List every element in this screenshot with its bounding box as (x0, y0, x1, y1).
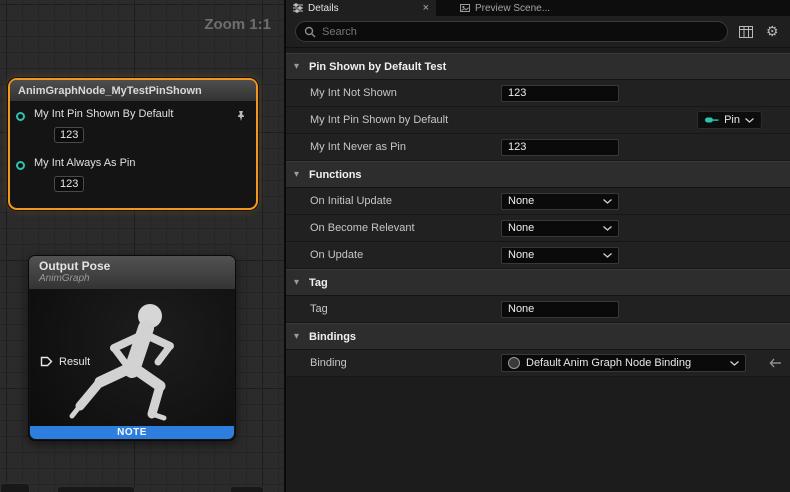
dropdown-value: None (508, 195, 534, 207)
property-row: My Int Not Shown (286, 80, 790, 107)
binding-class-icon (508, 357, 520, 369)
tab-bar: Details × Preview Scene... (286, 0, 790, 16)
section-header-bindings[interactable]: ▾ Bindings (286, 323, 790, 350)
pin-value-box[interactable]: 123 (54, 176, 84, 192)
tab-label: Preview Scene... (475, 3, 550, 14)
unreal-editor-window: Zoom 1:1 AnimGraphNode_MyTestPinShown My… (0, 0, 790, 492)
pin-icon (705, 116, 719, 124)
node-subtitle: AnimGraph (39, 273, 225, 284)
settings-gear-icon[interactable]: ⚙ (764, 23, 781, 41)
property-label: My Int Never as Pin (310, 141, 406, 153)
pin-value-box[interactable]: 123 (54, 127, 84, 143)
on-update-dropdown[interactable]: None (501, 247, 619, 264)
graph-node-partial[interactable] (230, 486, 264, 492)
graph-node-partial[interactable] (57, 486, 135, 492)
property-label: On Become Relevant (310, 222, 415, 234)
node-header[interactable]: Output Pose AnimGraph (29, 256, 235, 289)
property-label: My Int Not Shown (310, 87, 397, 99)
chevron-down-icon (745, 114, 754, 126)
details-tab-icon (293, 3, 303, 13)
preview-scene-tab-icon (460, 3, 470, 13)
section-title: Functions (309, 169, 362, 181)
chevron-down-icon (603, 253, 612, 258)
property-row: On Initial Update None (286, 188, 790, 215)
dropdown-value: None (508, 249, 534, 261)
chevron-down-icon: ▾ (294, 277, 309, 288)
property-row: Binding Default Anim Graph Node Binding (286, 350, 790, 377)
search-input[interactable] (316, 22, 727, 41)
pin-button-label: Pin (724, 114, 740, 126)
section-header-pin-shown-test[interactable]: ▾ Pin Shown by Default Test (286, 53, 790, 80)
chevron-down-icon: ▾ (294, 169, 309, 180)
chevron-down-icon (730, 357, 739, 369)
property-row: On Become Relevant None (286, 215, 790, 242)
pin-label: My Int Always As Pin (34, 157, 135, 169)
section-header-functions[interactable]: ▾ Functions (286, 161, 790, 188)
property-row: My Int Pin Shown by Default Pin (286, 107, 790, 134)
result-pin-label: Result (59, 356, 90, 368)
int-pin-icon[interactable] (16, 161, 25, 170)
dropdown-value: None (508, 222, 534, 234)
property-label: Tag (310, 303, 328, 315)
section-title: Tag (309, 277, 328, 289)
property-label: On Initial Update (310, 195, 392, 207)
binding-dropdown[interactable]: Default Anim Graph Node Binding (501, 354, 746, 372)
chevron-down-icon: ▾ (294, 331, 309, 342)
details-toolbar: ⚙ (286, 16, 790, 48)
output-pose-node[interactable]: Output Pose AnimGraph (28, 255, 236, 441)
pin-dropdown-button[interactable]: Pin (697, 111, 762, 129)
tab-preview-scene[interactable]: Preview Scene... (450, 0, 560, 16)
property-label: My Int Pin Shown by Default (310, 114, 448, 126)
section-title: Pin Shown by Default Test (309, 61, 446, 73)
int-pin-icon[interactable] (16, 112, 25, 121)
my-int-never-as-pin-field[interactable] (501, 139, 619, 156)
search-icon (304, 26, 316, 38)
node-title: Output Pose (39, 259, 225, 273)
result-pin-icon[interactable] (40, 355, 53, 368)
tab-label: Details (308, 3, 339, 14)
property-label: Binding (310, 357, 347, 369)
property-label: On Update (310, 249, 363, 261)
dropdown-value: Default Anim Graph Node Binding (526, 357, 691, 369)
preview-mannequin-image: Result (30, 290, 234, 428)
close-icon[interactable]: × (423, 3, 429, 13)
tag-field[interactable] (501, 301, 619, 318)
property-row: My Int Never as Pin (286, 134, 790, 161)
reset-to-default-icon[interactable] (769, 358, 782, 368)
property-row: Tag (286, 296, 790, 323)
anim-graph-test-node[interactable]: AnimGraphNode_MyTestPinShown My Int Pin … (8, 78, 258, 210)
column-visibility-icon[interactable] (737, 23, 754, 41)
pin-label: My Int Pin Shown By Default (34, 108, 173, 120)
chevron-down-icon (603, 226, 612, 231)
section-title: Bindings (309, 331, 356, 343)
note-badge: NOTE (30, 426, 234, 439)
node-header[interactable]: AnimGraphNode_MyTestPinShown (10, 80, 256, 101)
anim-graph-canvas[interactable]: Zoom 1:1 AnimGraphNode_MyTestPinShown My… (0, 0, 285, 492)
node-title: AnimGraphNode_MyTestPinShown (18, 85, 202, 97)
search-box[interactable] (295, 21, 728, 42)
on-initial-update-dropdown[interactable]: None (501, 193, 619, 210)
details-panel: Details × Preview Scene... ⚙ (286, 0, 790, 492)
thumbtack-pin-icon[interactable] (236, 109, 246, 127)
chevron-down-icon (603, 199, 612, 204)
property-row: On Update None (286, 242, 790, 269)
tab-details[interactable]: Details × (286, 0, 436, 16)
chevron-down-icon: ▾ (294, 61, 309, 72)
zoom-level-label: Zoom 1:1 (204, 16, 271, 33)
property-list: ▾ Pin Shown by Default Test My Int Not S… (286, 53, 790, 377)
node-body: My Int Pin Shown By Default 123 My Int A… (10, 101, 256, 208)
section-header-tag[interactable]: ▾ Tag (286, 269, 790, 296)
on-become-relevant-dropdown[interactable]: None (501, 220, 619, 237)
graph-node-partial[interactable] (0, 483, 30, 492)
my-int-not-shown-field[interactable] (501, 85, 619, 102)
